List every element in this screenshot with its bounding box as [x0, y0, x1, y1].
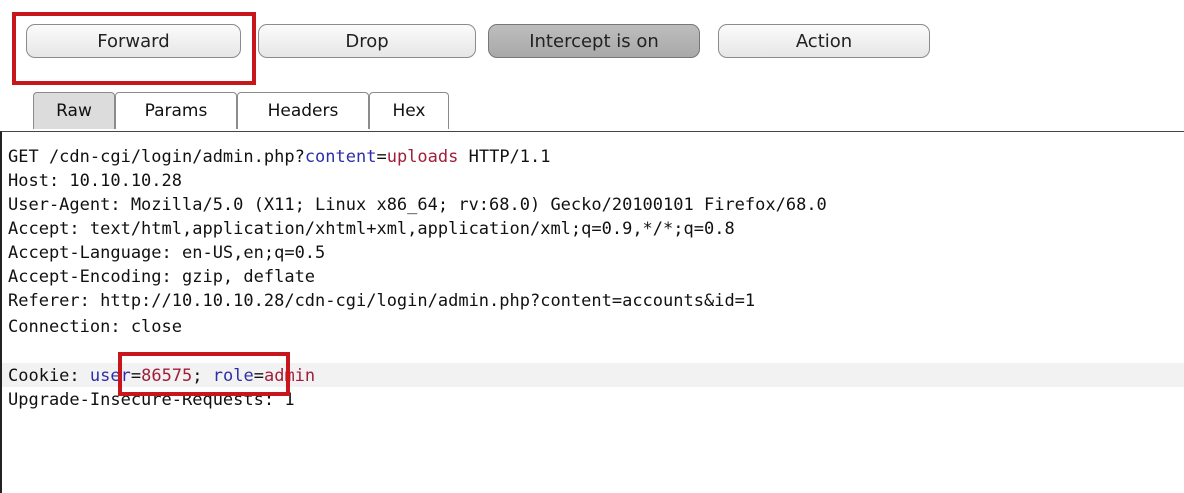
request-path: GET /cdn-cgi/login/admin.php?	[8, 147, 305, 167]
tab-params[interactable]: Params	[115, 92, 237, 129]
forward-highlight-box	[12, 12, 256, 85]
intercept-toggle-button[interactable]: Intercept is on	[488, 24, 700, 58]
query-param-name: content	[304, 147, 377, 167]
action-button[interactable]: Action	[718, 24, 930, 58]
drop-button[interactable]: Drop	[258, 24, 476, 58]
header-user-agent: User-Agent: Mozilla/5.0 (X11; Linux x86_…	[8, 195, 827, 215]
proxy-toolbar: Forward Drop Intercept is on Action	[0, 0, 1184, 90]
tab-raw[interactable]: Raw	[33, 92, 115, 129]
cookie-header-name: Cookie:	[8, 366, 90, 386]
header-connection: Connection: close	[8, 317, 182, 337]
header-accept-language: Accept-Language: en-US,en;q=0.5	[8, 243, 326, 263]
request-line: GET /cdn-cgi/login/admin.php?content=upl…	[8, 145, 551, 169]
tab-headers[interactable]: Headers	[237, 92, 369, 129]
cookie-user-highlight-box	[118, 352, 290, 396]
raw-request-editor[interactable]: GET /cdn-cgi/login/admin.php?content=upl…	[0, 131, 1184, 493]
tab-hex[interactable]: Hex	[369, 92, 449, 129]
header-referer: Referer: http://10.10.10.28/cdn-cgi/logi…	[8, 291, 756, 311]
equals-sign: =	[376, 147, 387, 167]
query-param-value: uploads	[386, 147, 459, 167]
header-accept: Accept: text/html,application/xhtml+xml,…	[8, 219, 735, 239]
header-host: Host: 10.10.10.28	[8, 171, 182, 191]
http-version: HTTP/1.1	[458, 147, 551, 167]
header-accept-encoding: Accept-Encoding: gzip, deflate	[8, 267, 316, 287]
